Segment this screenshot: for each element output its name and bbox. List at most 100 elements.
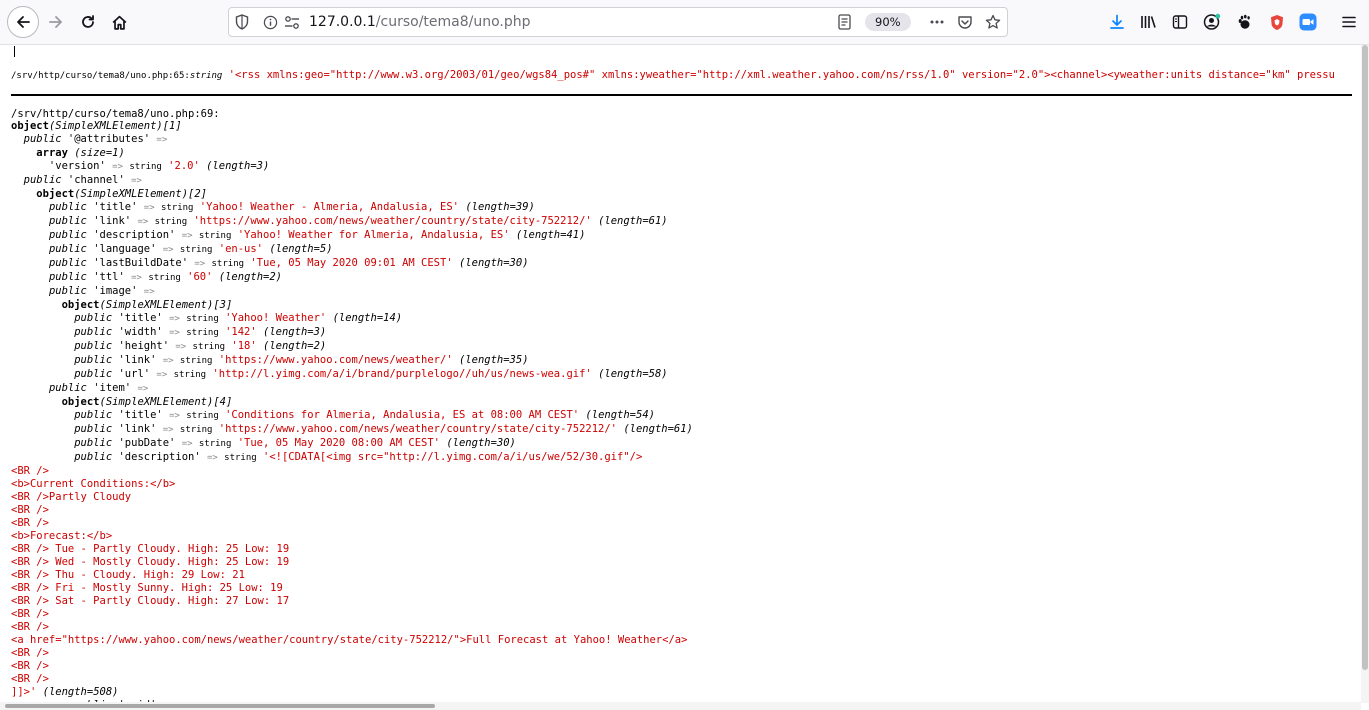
brave-shield-button[interactable] — [1262, 7, 1292, 37]
dump-line: <BR /> — [11, 504, 693, 517]
dump-segment: => — [131, 273, 142, 283]
dump-segment: 'pubDate' — [112, 437, 182, 449]
dump-segment: 'description' — [86, 229, 182, 241]
pocket-icon[interactable] — [957, 14, 973, 34]
bookmark-star-icon[interactable] — [985, 14, 1001, 34]
dump-segment: 'title' — [86, 201, 144, 213]
account-button[interactable] — [1197, 7, 1227, 37]
dump-segment: => — [181, 439, 193, 449]
dump-line: public 'description' => string '<![CDATA… — [11, 451, 693, 465]
dump-segment: array — [36, 147, 68, 159]
sidebar-button[interactable] — [1165, 7, 1195, 37]
dump-segment — [11, 312, 74, 324]
dump-line: ]]>' (length=508) — [11, 686, 693, 699]
horizontal-scrollbar[interactable] — [0, 702, 1361, 710]
dump-segment: => — [169, 314, 180, 324]
dump-segment: '@attributes' — [61, 133, 157, 145]
downloads-button[interactable] — [1102, 7, 1132, 37]
dump-string-value: '<rss xmlns:geo="http://www.w3.org/2003/… — [228, 69, 1335, 81]
dump-segment: public — [48, 201, 87, 213]
dump-segment: public — [48, 257, 87, 269]
second-dump-location: /srv/http/curso/tema8/uno.php:69: — [11, 108, 220, 120]
url-text[interactable]: 127.0.0.1/curso/tema8/uno.php — [309, 14, 531, 30]
back-button[interactable] — [7, 6, 39, 38]
dump-line: public 'ttl' => string '60' (length=2) — [11, 271, 693, 285]
dump-segment: 'ttl' — [86, 271, 132, 283]
dump-segment — [11, 382, 49, 394]
dump-segment: [4] — [213, 396, 233, 408]
dump-segment: 'version' — [11, 160, 113, 172]
dump-line: public 'title' => string 'Conditions for… — [11, 409, 693, 423]
menu-button[interactable] — [1334, 7, 1364, 37]
vertical-scrollbar[interactable] — [1361, 45, 1369, 703]
dump-segment: 'lastBuildDate' — [86, 257, 195, 269]
dump-segment: (length=41) — [515, 229, 586, 241]
dump-segment — [11, 147, 36, 159]
dump-segment: <BR /> — [11, 621, 49, 633]
dump-line: <BR /> Wed - Mostly Cloudy. High: 25 Low… — [11, 556, 693, 569]
url-bar[interactable]: 127.0.0.1/curso/tema8/uno.php 90% — [228, 7, 1008, 37]
forward-button[interactable] — [41, 7, 71, 37]
dump-segment: string — [179, 356, 213, 366]
dump-segment: 'width' — [112, 326, 170, 338]
home-button[interactable] — [104, 7, 134, 37]
dump-segment: (length=58) — [598, 368, 668, 380]
dump-segment: => — [162, 245, 174, 255]
dump-segment: 'link' — [112, 354, 163, 366]
reload-button[interactable] — [73, 7, 103, 37]
dump-segment: [1] — [162, 120, 182, 132]
dump-segment — [11, 133, 24, 145]
dump-segment: => — [175, 342, 187, 352]
dump-segment: 'https://www.yahoo.com/news/weather/coun… — [193, 215, 592, 227]
dump-segment: string — [148, 273, 181, 283]
dump-segment — [11, 229, 49, 241]
dump-segment: 'channel' — [61, 174, 132, 186]
dump-segment — [11, 409, 74, 421]
page-content: /srv/http/curso/tema8/uno.php:65:string … — [0, 45, 1361, 702]
dump-segment: 'description' — [112, 451, 207, 463]
dump-segment: <BR /> Thu - Cloudy. High: 29 Low: 21 — [11, 569, 245, 581]
dump-line: public '@attributes' => — [11, 133, 693, 147]
dump-segment: => — [162, 356, 174, 366]
zoom-extension-button[interactable] — [1293, 7, 1323, 37]
dump-segment: ]]>' — [11, 686, 37, 698]
dump-segment — [11, 215, 49, 227]
dump-line: <BR /> — [11, 660, 693, 673]
page-actions-icon[interactable] — [929, 14, 945, 34]
dump-segment: <b>Current Conditions:</b> — [11, 478, 176, 490]
dump-line: <BR /> — [11, 647, 693, 660]
dump-segment — [11, 396, 62, 408]
dump-location: /srv/http/curso/tema8/uno.php:65: — [11, 71, 190, 81]
dump-segment: <b>Forecast:</b> — [11, 530, 113, 542]
dump-line: public 'link' => string 'https://www.yah… — [11, 423, 693, 437]
dump-line: <b>Current Conditions:</b> — [11, 478, 693, 491]
dump-segment: (length=5) — [269, 243, 333, 255]
gnome-extension-button[interactable] — [1229, 7, 1259, 37]
home-icon — [112, 15, 126, 30]
library-button[interactable] — [1134, 7, 1164, 37]
vertical-scroll-thumb[interactable] — [1362, 45, 1368, 670]
dump-segment: <BR /> Tue - Partly Cloudy. High: 25 Low… — [11, 543, 290, 555]
dump-segment: '60' — [187, 271, 213, 283]
dump-segment: <a href="https://www.yahoo.com/news/weat… — [11, 634, 688, 646]
reader-view-icon[interactable] — [837, 14, 852, 34]
dump-segment: 'en-us' — [218, 243, 264, 255]
dump-segment: string — [198, 231, 232, 241]
dump-line: public 'title' => string 'Yahoo! Weather… — [11, 201, 693, 215]
info-icon[interactable] — [263, 15, 278, 34]
dump-line: object(SimpleXMLElement)[1] — [11, 120, 693, 133]
dump-segment: string — [186, 411, 219, 421]
dump-line: <BR /> — [11, 608, 693, 621]
permissions-icon[interactable] — [284, 15, 300, 34]
shield-icon[interactable] — [235, 14, 249, 34]
zoom-level-badge[interactable]: 90% — [865, 13, 911, 31]
dump-segment: <BR /> — [11, 608, 49, 620]
dump-segment: => — [112, 162, 123, 172]
horizontal-scroll-thumb[interactable] — [5, 704, 435, 708]
dump-segment: string — [179, 425, 213, 435]
dump-segment: (SimpleXMLElement) — [74, 188, 189, 200]
dump-segment: public — [74, 354, 113, 366]
dump-line: public 'title' => string 'Yahoo! Weather… — [11, 312, 693, 326]
dump-segment: (length=54) — [585, 409, 655, 421]
dump-segment — [11, 257, 49, 269]
